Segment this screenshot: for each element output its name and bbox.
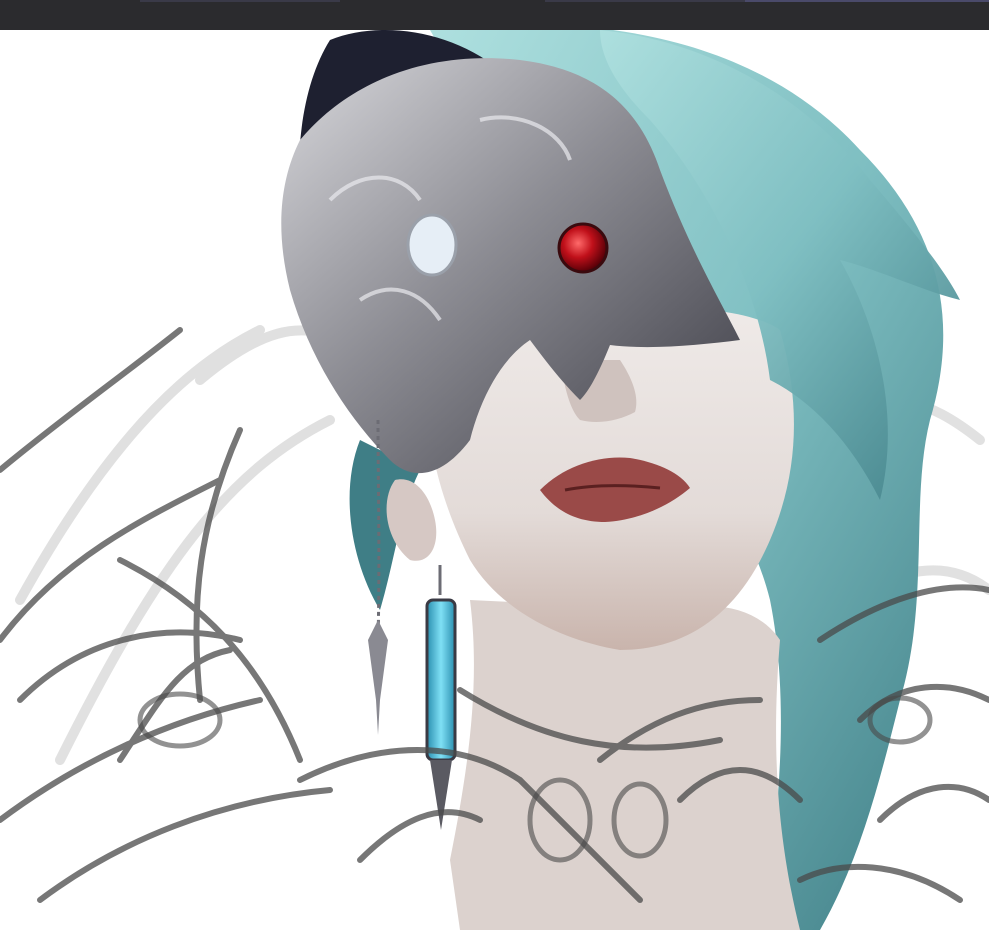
- artwork-canvas[interactable]: [0, 30, 989, 930]
- red-gem: [557, 222, 609, 274]
- earring-tip: [430, 760, 452, 830]
- toolbar-divider: [745, 0, 989, 2]
- app-toolbar: [0, 0, 989, 30]
- clear-gem: [406, 213, 458, 277]
- toolbar-divider: [140, 0, 340, 2]
- earring-crystal: [425, 598, 457, 762]
- chain-pendant: [368, 620, 388, 735]
- toolbar-divider: [545, 0, 745, 2]
- portrait-artwork: [0, 30, 989, 930]
